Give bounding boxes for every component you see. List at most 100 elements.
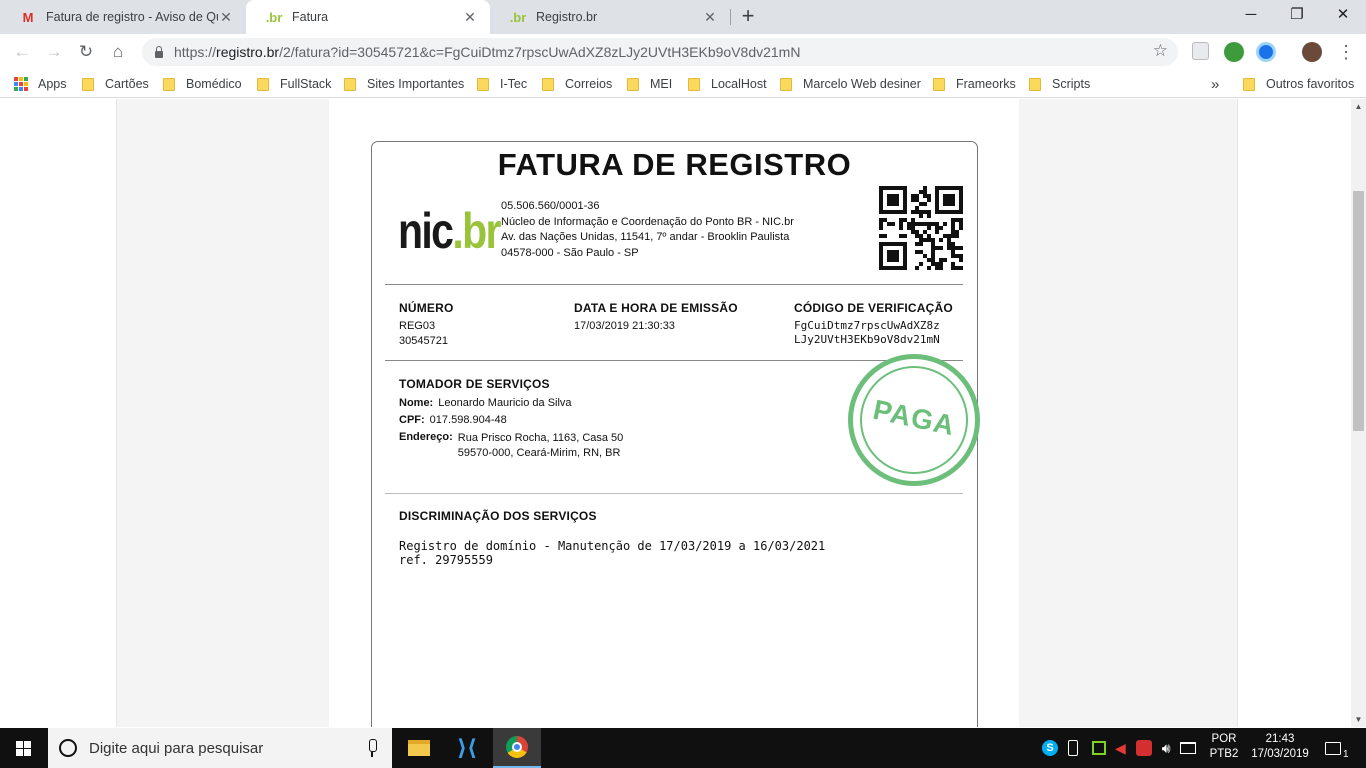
close-tab-icon[interactable]: ✕ bbox=[702, 9, 718, 26]
restore-button[interactable]: ❐ bbox=[1274, 0, 1320, 30]
qr-module bbox=[891, 202, 895, 206]
address-bar[interactable]: https://registro.br/2/fatura?id=30545721… bbox=[142, 38, 1178, 66]
data-emissao-value: 17/03/2019 21:30:33 bbox=[574, 320, 675, 332]
qr-module bbox=[931, 222, 935, 226]
qr-module bbox=[891, 250, 895, 254]
qr-module bbox=[935, 210, 939, 214]
start-button[interactable] bbox=[0, 728, 48, 768]
usb-icon[interactable] bbox=[1068, 740, 1078, 756]
bookmark-star-icon[interactable]: ☆ bbox=[1153, 41, 1168, 61]
tab-separator bbox=[730, 9, 731, 25]
bookmark-folder[interactable]: Correios bbox=[542, 75, 612, 93]
bookmark-folder[interactable]: Bomédico bbox=[163, 75, 242, 93]
qr-module bbox=[959, 206, 963, 210]
network-icon[interactable] bbox=[1179, 742, 1196, 754]
qr-module bbox=[931, 242, 935, 246]
tab-registro-br[interactable]: .br Registro.br ✕ bbox=[490, 0, 730, 34]
qr-module bbox=[903, 250, 907, 254]
qr-module bbox=[943, 194, 947, 198]
close-tab-icon[interactable]: ✕ bbox=[462, 9, 478, 26]
language-indicator[interactable]: POR PTB2 bbox=[1206, 732, 1242, 762]
taskbar-search[interactable]: Digite aqui para pesquisar bbox=[48, 728, 392, 768]
qr-module bbox=[947, 202, 951, 206]
chrome-button[interactable] bbox=[493, 728, 541, 768]
qr-module bbox=[903, 266, 907, 270]
qr-module bbox=[951, 186, 955, 190]
bookmark-folder[interactable]: I-Tec bbox=[477, 75, 527, 93]
qr-module bbox=[951, 222, 955, 226]
scroll-down-arrow[interactable]: ▼ bbox=[1351, 712, 1366, 727]
forward-button[interactable]: → bbox=[42, 40, 66, 64]
qr-module bbox=[899, 186, 903, 190]
qr-module bbox=[911, 210, 915, 214]
qr-module bbox=[943, 258, 947, 262]
endereco-field: Endereço: Rua Prisco Rocha, 1163, Casa 5… bbox=[399, 431, 624, 459]
vscode-button[interactable]: ⟩⟨ bbox=[443, 728, 491, 768]
qr-module bbox=[951, 218, 955, 222]
qr-module bbox=[895, 186, 899, 190]
qr-module bbox=[891, 266, 895, 270]
qr-module bbox=[927, 258, 931, 262]
extension-globe-icon[interactable] bbox=[1224, 42, 1244, 62]
menu-kebab-icon[interactable]: ⋮ bbox=[1334, 40, 1358, 64]
bookmark-folder[interactable]: Sites Importantes bbox=[344, 75, 464, 93]
clock[interactable]: 21:43 17/03/2019 bbox=[1245, 732, 1315, 762]
extension-blue-icon[interactable] bbox=[1256, 42, 1276, 62]
qr-module bbox=[915, 242, 919, 246]
new-tab-button[interactable]: + bbox=[736, 5, 760, 29]
bookmark-folder[interactable]: FullStack bbox=[257, 75, 331, 93]
home-button[interactable]: ⌂ bbox=[106, 40, 130, 64]
bookmark-folder[interactable]: Marcelo Web desiner bbox=[780, 75, 921, 93]
reload-button[interactable]: ↻ bbox=[74, 40, 98, 64]
qr-module bbox=[919, 234, 923, 238]
close-tab-icon[interactable]: ✕ bbox=[218, 9, 234, 26]
microphone-icon[interactable] bbox=[366, 739, 378, 757]
folder-icon bbox=[688, 77, 700, 91]
green-app-icon[interactable] bbox=[1092, 741, 1106, 755]
more-bookmarks-button[interactable]: » bbox=[1211, 75, 1219, 93]
close-window-button[interactable]: ✕ bbox=[1320, 0, 1366, 30]
minimize-button[interactable]: ─ bbox=[1228, 0, 1274, 30]
bookmark-folder[interactable]: Cartões bbox=[82, 75, 149, 93]
qr-module bbox=[951, 242, 955, 246]
qr-module bbox=[935, 246, 939, 250]
skype-icon[interactable]: S bbox=[1042, 740, 1058, 756]
tab-title: Registro.br bbox=[536, 10, 598, 24]
qr-module bbox=[879, 254, 883, 258]
antivirus-icon[interactable] bbox=[1135, 740, 1152, 756]
page-scrollbar[interactable]: ▲ ▼ bbox=[1351, 99, 1366, 727]
folder-icon bbox=[780, 77, 792, 91]
scroll-up-arrow[interactable]: ▲ bbox=[1351, 99, 1366, 114]
qr-module bbox=[903, 194, 907, 198]
bookmark-folder[interactable]: MEI bbox=[627, 75, 672, 93]
tomador-label: TOMADOR DE SERVIÇOS bbox=[399, 377, 550, 391]
extension-cube-icon[interactable] bbox=[1192, 42, 1209, 60]
discriminacao-label: DISCRIMINAÇÃO DOS SERVIÇOS bbox=[399, 509, 597, 523]
qr-module bbox=[879, 250, 883, 254]
volume-icon[interactable]: 🔊︎ bbox=[1162, 740, 1171, 757]
other-bookmarks-folder[interactable]: Outros favoritos bbox=[1243, 75, 1354, 93]
qr-module bbox=[947, 194, 951, 198]
qr-module bbox=[959, 198, 963, 202]
qr-module bbox=[903, 210, 907, 214]
qr-module bbox=[951, 262, 955, 266]
qr-module bbox=[891, 194, 895, 198]
tab-fatura[interactable]: .br Fatura ✕ bbox=[246, 0, 490, 34]
back-button[interactable]: ← bbox=[10, 40, 34, 64]
profile-avatar[interactable] bbox=[1302, 42, 1322, 62]
red-app-icon[interactable]: ◀ bbox=[1115, 740, 1126, 757]
scroll-thumb[interactable] bbox=[1353, 191, 1364, 431]
folder-icon bbox=[163, 77, 175, 91]
bookmark-folder[interactable]: Scripts bbox=[1029, 75, 1090, 93]
tab-gmail[interactable]: M Fatura de registro - Aviso de Quit ✕ bbox=[0, 0, 246, 34]
bookmark-folder[interactable]: Frameorks bbox=[933, 75, 1016, 93]
bookmark-folder[interactable]: LocalHost bbox=[688, 75, 767, 93]
bookmark-apps[interactable]: Apps bbox=[14, 75, 67, 93]
invoice-title: FATURA DE REGISTRO bbox=[497, 147, 852, 182]
qr-module bbox=[951, 226, 955, 230]
paid-stamp: PAGA bbox=[848, 354, 980, 486]
qr-module bbox=[959, 254, 963, 258]
action-center-button[interactable]: 1 bbox=[1325, 728, 1349, 768]
folder-icon bbox=[344, 77, 356, 91]
file-explorer-button[interactable] bbox=[395, 728, 443, 768]
